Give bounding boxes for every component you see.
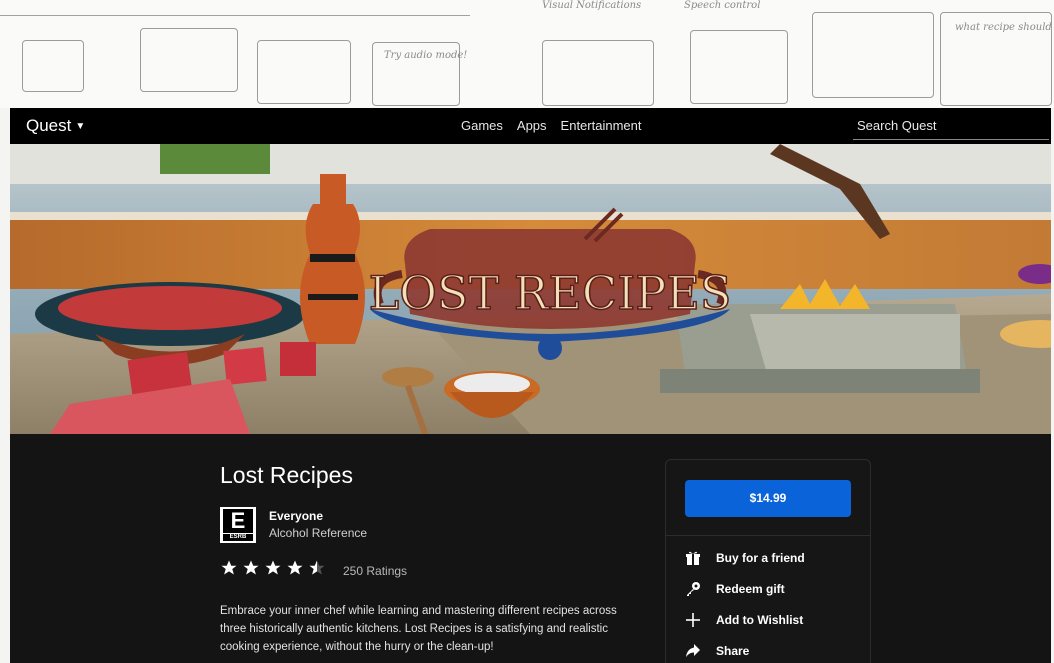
product-description: Embrace your inner chef while learning a…	[220, 605, 617, 653]
share-icon	[684, 642, 702, 660]
brand-label: Quest	[26, 116, 72, 135]
esrb-rating-badge: E ESRB	[220, 507, 256, 543]
redeem-gift-action[interactable]: Redeem gift	[684, 579, 785, 599]
nav-link-apps[interactable]: Apps	[517, 118, 547, 133]
esrb-letter: E	[223, 509, 253, 533]
nav-link-entertainment[interactable]: Entertainment	[561, 118, 642, 133]
ratings-count: 250 Ratings	[343, 564, 408, 578]
search-box	[853, 113, 1051, 140]
top-navbar: Quest ▼ Games Apps Entertainment	[10, 108, 1051, 144]
sketch-note: Visual Notifications	[542, 0, 642, 11]
quest-brand-menu[interactable]: Quest ▼	[26, 116, 85, 136]
star-icon	[265, 560, 281, 575]
search-input[interactable]	[853, 113, 1051, 137]
hero-artwork: LOST RECIPES	[10, 144, 1051, 434]
sketch-frame	[22, 40, 84, 92]
sketch-background: Try audio mode! Visual Notifications Spe…	[0, 0, 1054, 108]
esrb-label: ESRB	[223, 534, 253, 541]
sketch-note: Try audio mode!	[384, 50, 468, 61]
star-icon	[243, 560, 259, 575]
sketch-note: Speech control	[684, 0, 761, 11]
buy-for-friend-action[interactable]: Buy for a friend	[684, 548, 805, 568]
action-label: Share	[716, 644, 750, 658]
star-icon	[221, 560, 237, 575]
sketch-note: what recipe should I do?	[955, 22, 1054, 33]
gift-icon	[684, 549, 702, 567]
buy-button[interactable]: $14.99	[685, 480, 851, 517]
nav-links: Games Apps Entertainment	[461, 118, 641, 133]
action-label: Redeem gift	[716, 582, 785, 596]
game-logo-text: LOST RECIPES	[369, 266, 732, 320]
store-window: Quest ▼ Games Apps Entertainment Search …	[10, 108, 1051, 663]
star-rating	[220, 559, 326, 577]
half-star-icon	[309, 560, 325, 575]
nav-link-games[interactable]: Games	[461, 118, 503, 133]
add-to-wishlist-action[interactable]: Add to Wishlist	[684, 610, 803, 630]
plus-icon	[684, 611, 702, 629]
sketch-frame	[257, 40, 351, 104]
sketch-divider	[0, 15, 470, 16]
product-title: Lost Recipes	[220, 462, 353, 488]
age-rating: Everyone	[269, 509, 324, 523]
share-action[interactable]: Share	[684, 641, 749, 661]
chevron-down-icon: ▼	[75, 121, 86, 132]
sketch-frame	[140, 28, 238, 92]
panel-divider	[666, 535, 870, 536]
product-details: Lost Recipes E ESRB Everyone Alcohol Ref…	[10, 434, 1051, 663]
content-descriptor: Alcohol Reference	[269, 526, 368, 540]
sketch-frame	[690, 30, 788, 104]
key-icon	[684, 580, 702, 598]
purchase-panel: $14.99 Buy for a friend Redeem gift Add …	[665, 459, 871, 663]
hero-banner: LOST RECIPES	[10, 144, 1051, 434]
sketch-frame	[812, 12, 934, 98]
action-label: Buy for a friend	[716, 551, 805, 565]
star-icon	[287, 560, 303, 575]
sketch-frame	[542, 40, 654, 106]
action-label: Add to Wishlist	[716, 613, 804, 627]
